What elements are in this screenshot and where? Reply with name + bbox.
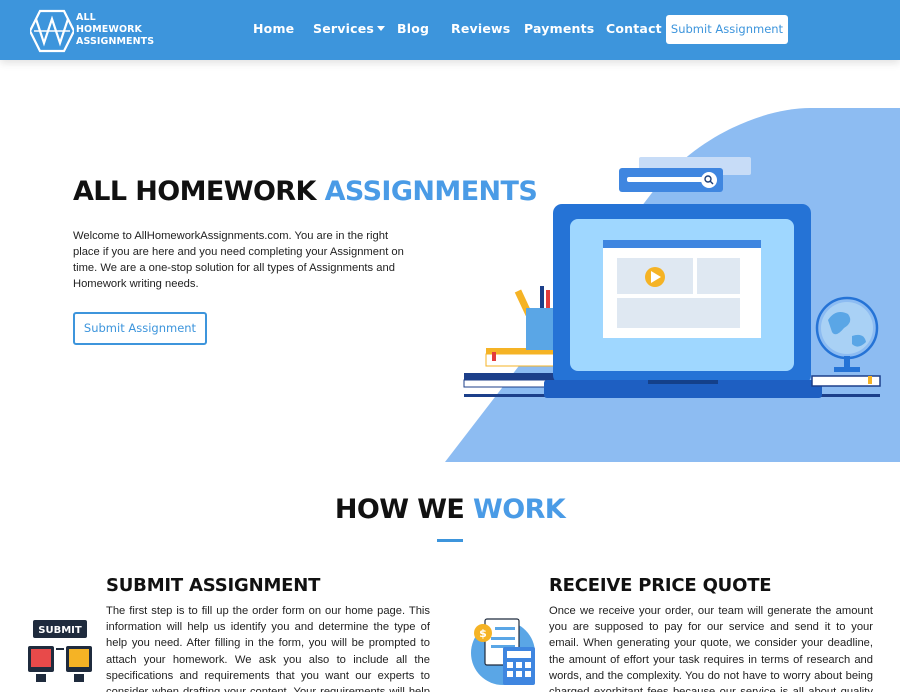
hero-submit-assignment-button[interactable]: Submit Assignment <box>73 312 207 345</box>
calc-key <box>516 671 522 677</box>
caret-down-icon <box>377 26 386 31</box>
nav-payments[interactable]: Payments <box>524 21 594 36</box>
calc-key <box>507 671 513 677</box>
nav-home[interactable]: Home <box>253 21 294 36</box>
step-submit-title: SUBMIT ASSIGNMENT <box>106 575 321 596</box>
price-quote-icon: $ <box>471 618 535 685</box>
step-quote-text: Once we receive your order, our team wil… <box>549 605 873 692</box>
screen-window-bar <box>603 240 761 248</box>
left-monitor-screen <box>31 649 51 667</box>
logo-text: ALL HOMEWORK ASSIGNMENTS <box>76 12 154 48</box>
nav-services[interactable]: Services <box>313 21 386 36</box>
logo-diamond-icon <box>30 9 74 53</box>
submit-sign-label: SUBMIT <box>38 625 82 636</box>
how-title-accent: WORK <box>473 494 566 525</box>
left-stand <box>36 674 46 682</box>
logo-line-1: ALL <box>76 12 96 23</box>
section-underline <box>437 539 463 542</box>
hero-title-dark: ALL HOMEWORK <box>73 176 316 207</box>
how-we-work-title: HOW WE WORK <box>0 494 900 525</box>
laptop-notch <box>648 380 718 384</box>
logo-line-3: ASSIGNMENTS <box>76 36 155 47</box>
search-bar-line <box>627 177 703 182</box>
globe-stand <box>844 356 850 368</box>
bottom-panel <box>617 298 740 328</box>
calc-key <box>507 662 513 668</box>
nav-reviews[interactable]: Reviews <box>451 21 510 36</box>
dollar-sign: $ <box>479 627 487 640</box>
logo-line-2: HOMEWORK <box>76 24 143 35</box>
calc-key <box>516 662 522 668</box>
pencil-cup <box>526 308 556 350</box>
bookmark <box>492 352 496 361</box>
calc-key <box>525 662 531 668</box>
hero-laptop-illustration <box>445 108 900 462</box>
submit-monitor-icon: SUBMIT <box>28 620 92 682</box>
bookmark-right <box>868 376 872 384</box>
nav-blog[interactable]: Blog <box>397 21 429 36</box>
globe-icon <box>821 302 873 354</box>
calc-key <box>525 671 531 677</box>
step-submit-text: The first step is to fill up the order f… <box>106 605 430 692</box>
invoice-line-1 <box>495 627 515 630</box>
step-quote-title: RECEIVE PRICE QUOTE <box>549 575 772 596</box>
site-logo[interactable]: ALL HOMEWORK ASSIGNMENTS <box>30 9 154 53</box>
nav-submit-assignment-button[interactable]: Submit Assignment <box>666 15 788 44</box>
nav-services-label: Services <box>313 21 375 36</box>
hero-description: Welcome to AllHomeworkAssignments.com. Y… <box>73 230 404 290</box>
how-title-dark: HOW WE <box>334 494 465 525</box>
calculator-display <box>507 651 531 658</box>
nav-contact[interactable]: Contact <box>606 21 662 36</box>
search-icon <box>701 172 717 188</box>
globe-base <box>834 367 860 372</box>
top-navbar: ALL HOMEWORK ASSIGNMENTS Home Services B… <box>0 0 900 60</box>
right-stand <box>74 674 84 682</box>
right-monitor-screen <box>69 649 89 667</box>
invoice-line-2 <box>491 637 515 640</box>
side-panel <box>697 258 740 294</box>
